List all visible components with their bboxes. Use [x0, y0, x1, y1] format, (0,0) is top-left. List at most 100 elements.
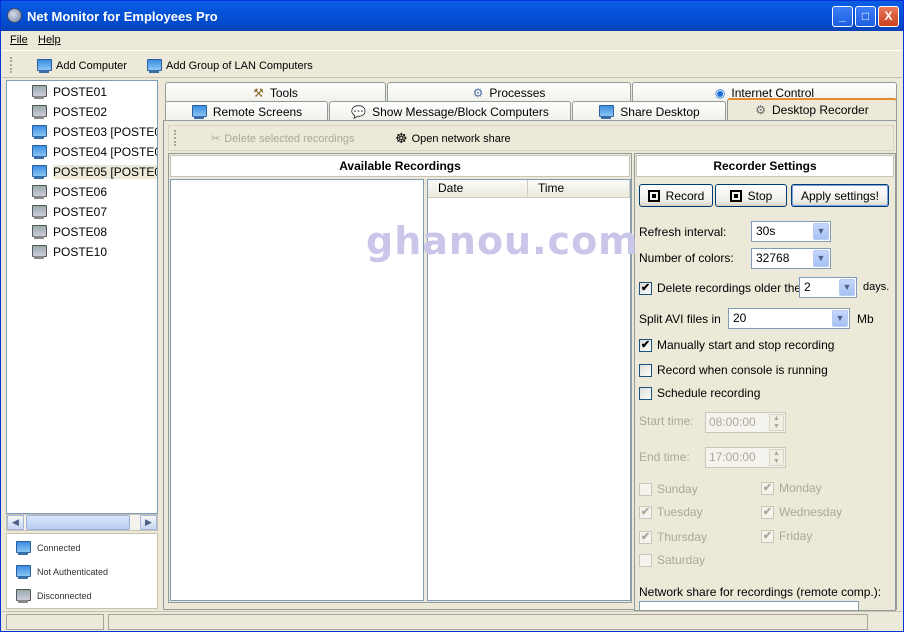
- tab-share-desktop[interactable]: Share Desktop: [572, 101, 726, 121]
- menu-file[interactable]: File: [10, 34, 28, 46]
- tree-item-poste10[interactable]: POSTE10: [31, 242, 107, 262]
- globe-icon: ◉: [714, 85, 726, 100]
- start-time-value: 08:00:00: [709, 415, 756, 429]
- day-tuesday-checkbox[interactable]: ✔ Tuesday: [639, 505, 703, 519]
- tab-desktop-recorder[interactable]: ⚙ Desktop Recorder: [727, 98, 897, 120]
- connected-computer-icon: [15, 541, 31, 555]
- delete-older-days-select[interactable]: 2 ▼: [799, 277, 857, 298]
- split-avi-select[interactable]: 20 ▼: [728, 308, 850, 329]
- computer-tree[interactable]: POSTE01 POSTE02 POSTE03 [POSTE03] POSTE0…: [6, 80, 158, 514]
- desktop-recorder-panel: ✂ Delete selected recordings ☸ Open networ…: [163, 120, 897, 611]
- tree-item-poste03[interactable]: POSTE03 [POSTE03]: [31, 122, 157, 142]
- disconnected-computer-icon: [15, 589, 31, 603]
- start-time-input[interactable]: 08:00:00 ▲ ▼: [705, 412, 786, 433]
- tab-tools[interactable]: ⚒ Tools: [165, 82, 386, 102]
- network-share-icon: ☸: [395, 130, 408, 146]
- status-bar: [2, 611, 902, 631]
- delete-recordings-button[interactable]: ✂ Delete selected recordings: [211, 130, 354, 147]
- maximize-button[interactable]: □: [855, 6, 876, 27]
- open-network-share-button[interactable]: ☸ Open network share: [395, 130, 511, 147]
- toolbar-grip[interactable]: [174, 130, 177, 146]
- add-computer-button[interactable]: Add Computer: [36, 57, 127, 74]
- menu-help[interactable]: Help: [38, 34, 61, 46]
- connected-computer-icon: [31, 145, 47, 159]
- refresh-interval-select[interactable]: 30s ▼: [751, 221, 831, 242]
- tree-item-poste04[interactable]: POSTE04 [POSTE04]: [31, 142, 157, 162]
- tree-item-poste07[interactable]: POSTE07: [31, 202, 107, 222]
- close-button[interactable]: X: [878, 6, 899, 27]
- network-share-input[interactable]: [639, 601, 859, 610]
- add-computer-label: Add Computer: [56, 59, 127, 72]
- tree-item-poste02[interactable]: POSTE02: [31, 102, 107, 122]
- day-monday-checkbox[interactable]: ✔ Monday: [761, 481, 822, 495]
- number-of-colors-value: 32768: [756, 251, 790, 265]
- column-time[interactable]: Time: [528, 180, 630, 198]
- tree-item-label: POSTE05 [POSTE05]: [53, 165, 157, 179]
- stop-icon: [729, 189, 742, 202]
- day-wednesday-label: Wednesday: [779, 505, 843, 519]
- chevron-down-icon: ▼: [813, 250, 829, 267]
- end-time-value: 17:00:00: [709, 450, 756, 464]
- tree-item-label: POSTE03 [POSTE03]: [53, 125, 157, 139]
- tree-item-label: POSTE06: [53, 185, 108, 199]
- column-date[interactable]: Date: [428, 180, 528, 198]
- tree-item-poste01[interactable]: POSTE01: [31, 82, 107, 102]
- day-wednesday-checkbox[interactable]: ✔ Wednesday: [761, 505, 842, 519]
- end-time-input[interactable]: 17:00:00 ▲ ▼: [705, 447, 786, 468]
- days-label: days.: [863, 281, 890, 293]
- window-title: Net Monitor for Employees Pro: [27, 9, 218, 24]
- day-saturday-checkbox[interactable]: Saturday: [639, 553, 705, 567]
- scroll-thumb[interactable]: [26, 515, 130, 530]
- day-thursday-checkbox[interactable]: ✔ Thursday: [639, 530, 707, 544]
- tab-show-message-label: Show Message/Block Computers: [372, 104, 549, 119]
- checkbox-checked-icon: ✔: [761, 505, 774, 519]
- menu-bar: File Help: [2, 31, 902, 51]
- checkbox-icon: [639, 482, 652, 496]
- tree-item-label: POSTE08: [53, 225, 108, 239]
- tab-processes[interactable]: ⚙ Processes: [387, 82, 631, 102]
- minimize-button[interactable]: _: [832, 6, 853, 27]
- scroll-left-icon[interactable]: ◀: [7, 515, 24, 530]
- number-of-colors-select[interactable]: 32768 ▼: [751, 248, 831, 269]
- add-group-icon: [146, 58, 162, 73]
- stop-button-label: Stop: [747, 188, 773, 203]
- tree-item-label: POSTE04 [POSTE04]: [53, 145, 157, 159]
- refresh-interval-label: Refresh interval:: [639, 225, 727, 239]
- chevron-down-icon: ▼: [839, 279, 855, 296]
- delete-older-checkbox[interactable]: ✔ Delete recordings older then: [639, 281, 808, 295]
- tab-remote-screens[interactable]: Remote Screens: [165, 101, 328, 121]
- stop-button[interactable]: Stop: [715, 184, 787, 207]
- console-recording-checkbox[interactable]: Record when console is running: [639, 363, 828, 377]
- day-sunday-checkbox[interactable]: Sunday: [639, 482, 698, 496]
- scroll-right-icon[interactable]: ▶: [140, 515, 157, 530]
- manual-recording-checkbox[interactable]: ✔ Manually start and stop recording: [639, 338, 834, 352]
- record-button-label: Record: [665, 188, 705, 203]
- recorder-settings-title: Recorder Settings: [636, 155, 894, 177]
- network-share-label: Network share for recordings (remote com…: [639, 585, 882, 599]
- tree-item-poste08[interactable]: POSTE08: [31, 222, 107, 242]
- tab-remote-screens-label: Remote Screens: [212, 104, 303, 119]
- toolbar-grip[interactable]: [10, 57, 13, 73]
- remote-screens-icon: [191, 104, 207, 119]
- checkbox-checked-icon: ✔: [761, 481, 774, 495]
- tab-show-message[interactable]: 💬 Show Message/Block Computers: [329, 101, 571, 121]
- disconnected-computer-icon: [31, 105, 47, 119]
- checkbox-checked-icon: ✔: [639, 530, 652, 544]
- add-group-button[interactable]: Add Group of LAN Computers: [146, 57, 313, 74]
- schedule-recording-checkbox[interactable]: Schedule recording: [639, 386, 760, 400]
- record-button[interactable]: Record: [639, 184, 713, 207]
- delete-recordings-label: Delete selected recordings: [224, 132, 355, 145]
- title-bar[interactable]: Net Monitor for Employees Pro _ □ X: [1, 1, 903, 31]
- tree-item-poste06[interactable]: POSTE06: [31, 182, 107, 202]
- apply-settings-button[interactable]: Apply settings!: [791, 184, 889, 207]
- tree-horizontal-scrollbar[interactable]: ◀ ▶: [6, 514, 158, 531]
- recordings-title: Available Recordings: [170, 155, 630, 177]
- spinner-icon: ▲ ▼: [769, 449, 784, 466]
- tree-item-poste05[interactable]: POSTE05 [POSTE05]: [31, 162, 157, 182]
- day-friday-checkbox[interactable]: ✔ Friday: [761, 529, 812, 543]
- main-toolbar: Add Computer Add Group of LAN Computers: [2, 52, 902, 78]
- disconnected-computer-icon: [31, 185, 47, 199]
- tree-item-label: POSTE10: [53, 245, 108, 259]
- tab-desktop-recorder-label: Desktop Recorder: [772, 103, 869, 117]
- open-network-share-label: Open network share: [411, 132, 511, 145]
